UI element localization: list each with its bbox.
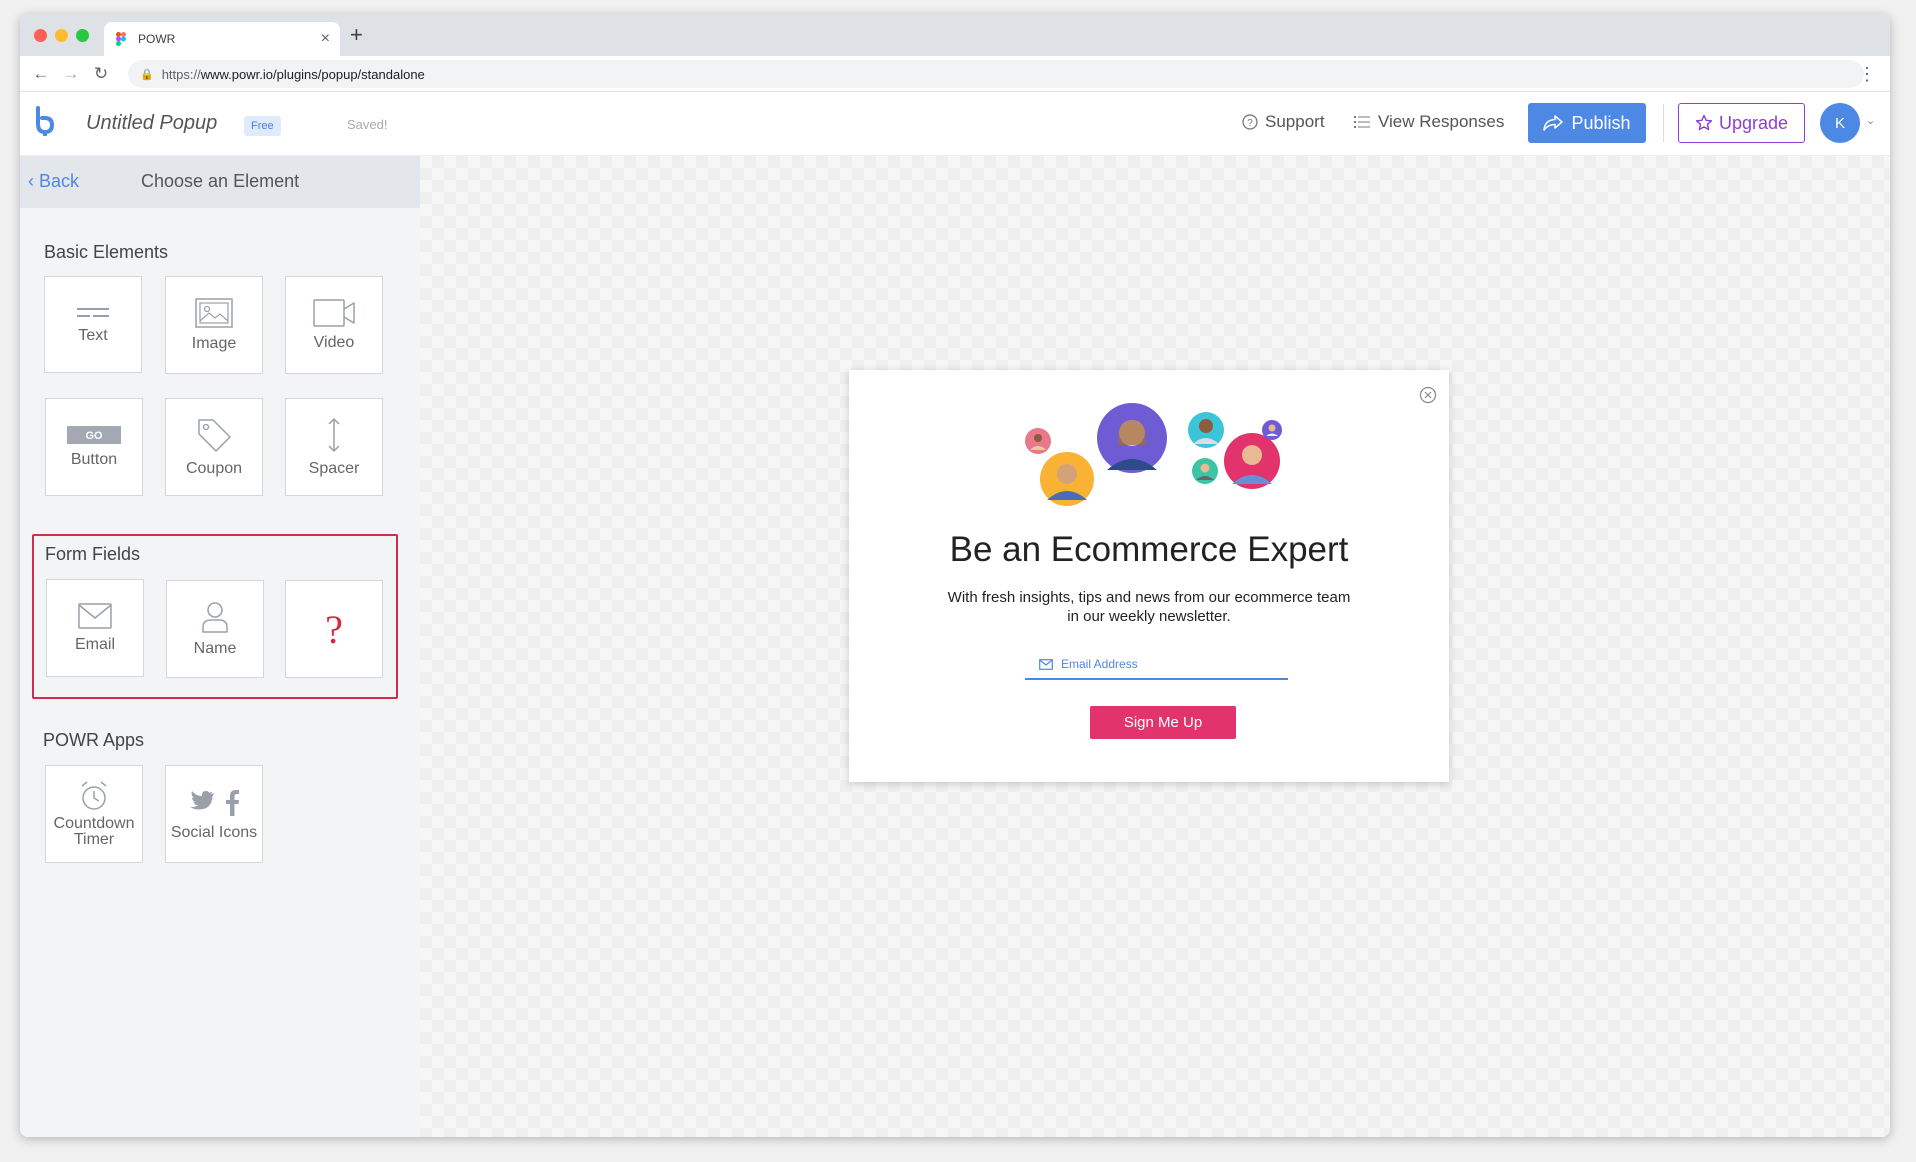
url-field[interactable]: 🔒 https:// www.powr.io/plugins/popup/sta…: [128, 60, 1864, 88]
lock-icon: 🔒: [140, 68, 154, 81]
support-link[interactable]: ? Support: [1242, 112, 1325, 132]
form-fields-heading: Form Fields: [45, 544, 141, 564]
share-arrow-icon: [1543, 115, 1564, 131]
browser-window: POWR × + ← → ↻ 🔒 https:// www.powr.io/pl…: [20, 14, 1890, 1137]
element-label: Social Icons: [170, 824, 258, 841]
element-label: Video: [313, 334, 355, 351]
envelope-icon: [78, 603, 112, 629]
element-tile-countdown-timer[interactable]: Countdown Timer: [45, 765, 143, 863]
support-label: Support: [1265, 112, 1325, 131]
element-label: Image: [191, 335, 237, 352]
element-label: Coupon: [185, 460, 243, 477]
element-tile-image[interactable]: Image: [165, 276, 263, 374]
save-status: Saved!: [347, 117, 388, 132]
element-label: Spacer: [308, 460, 360, 477]
email-input[interactable]: Email Address: [1025, 650, 1288, 680]
element-label: Button: [70, 451, 118, 468]
element-tile-coupon[interactable]: Coupon: [165, 398, 263, 496]
element-sidebar: ‹ Back Choose an Element Basic Elements …: [20, 156, 420, 1137]
url-text: www.powr.io/plugins/popup/standalone: [200, 66, 425, 82]
sidebar-title: Choose an Element: [141, 171, 300, 191]
image-icon: [195, 298, 233, 328]
alarm-clock-icon: [81, 781, 107, 810]
app-header: Untitled Popup Free Saved! ? Support Vie…: [20, 92, 1890, 156]
publish-label: Publish: [1571, 112, 1631, 133]
back-link[interactable]: ‹ Back: [28, 171, 79, 192]
svg-text:?: ?: [1247, 118, 1253, 129]
url-scheme: https://: [161, 66, 201, 82]
element-tile-spacer[interactable]: Spacer: [285, 398, 383, 496]
question-circle-icon: ?: [1242, 114, 1258, 130]
video-camera-icon: [313, 299, 355, 327]
popup-headline: Be an Ecommerce Expert: [949, 530, 1349, 569]
twitter-facebook-icon: [190, 790, 239, 816]
element-tile-video[interactable]: Video: [285, 276, 383, 374]
browser-menu-icon[interactable]: ⋮: [1858, 64, 1876, 85]
element-tile-unknown[interactable]: ?: [285, 580, 383, 678]
text-lines-icon: [77, 307, 109, 317]
element-label: Countdown Timer: [53, 815, 135, 848]
element-tile-button[interactable]: GO Button: [45, 398, 143, 496]
person-icon: [202, 602, 228, 633]
forward-arrow-icon[interactable]: →: [56, 64, 86, 84]
vertical-arrows-icon: [328, 418, 340, 452]
tab-title: POWR: [138, 32, 176, 46]
basic-elements-heading: Basic Elements: [44, 242, 169, 262]
upgrade-button[interactable]: Upgrade: [1678, 103, 1805, 143]
popup-name[interactable]: Untitled Popup: [86, 112, 217, 135]
maximize-window-button[interactable]: [76, 29, 89, 42]
back-arrow-icon[interactable]: ←: [26, 64, 56, 84]
list-icon: [1354, 116, 1370, 128]
plan-badge: Free: [244, 116, 281, 136]
question-mark-icon: ?: [325, 606, 343, 652]
preview-canvas: Be an Ecommerce Expert With fresh insigh…: [420, 156, 1890, 1137]
figma-favicon-icon: [116, 32, 126, 46]
browser-tab[interactable]: POWR ×: [104, 22, 340, 56]
view-responses-label: View Responses: [1378, 112, 1505, 131]
element-label: Name: [193, 640, 237, 657]
button-go-icon: GO: [67, 426, 121, 444]
sign-me-up-button[interactable]: Sign Me Up: [1090, 706, 1236, 739]
reload-icon[interactable]: ↻: [86, 64, 116, 84]
powr-logo-icon[interactable]: [32, 106, 56, 136]
tab-bar: POWR × +: [20, 14, 1890, 56]
envelope-icon: [1039, 658, 1053, 670]
element-label: Text: [78, 326, 108, 344]
element-tile-email[interactable]: Email: [46, 579, 144, 677]
powr-apps-heading: POWR Apps: [43, 730, 145, 750]
button-icon-text: GO: [85, 430, 103, 442]
popup-subline: With fresh insights, tips and news from …: [947, 589, 1351, 625]
chevron-down-icon[interactable]: ⌄: [1866, 114, 1875, 127]
window-controls: [34, 29, 89, 42]
popup-preview[interactable]: Be an Ecommerce Expert With fresh insigh…: [849, 370, 1449, 782]
publish-button[interactable]: Publish: [1528, 103, 1646, 143]
close-window-button[interactable]: [34, 29, 47, 42]
element-tile-name[interactable]: Name: [166, 580, 264, 678]
element-tile-social-icons[interactable]: Social Icons: [165, 765, 263, 863]
email-placeholder: Email Address: [1061, 657, 1138, 671]
element-tile-text[interactable]: Text: [44, 276, 142, 373]
team-avatars-illustration: [1025, 403, 1282, 506]
user-avatar[interactable]: K: [1820, 103, 1860, 143]
header-divider: [1663, 104, 1664, 142]
close-tab-icon[interactable]: ×: [321, 30, 330, 48]
upgrade-label: Upgrade: [1718, 112, 1789, 133]
new-tab-icon[interactable]: +: [350, 22, 363, 48]
chevron-left-icon: ‹: [28, 171, 39, 191]
view-responses-link[interactable]: View Responses: [1354, 112, 1504, 132]
element-label: Email: [74, 636, 115, 653]
sidebar-header: ‹ Back Choose an Element: [20, 156, 420, 208]
minimize-window-button[interactable]: [55, 29, 68, 42]
star-icon: [1695, 114, 1713, 131]
tag-icon: [198, 419, 231, 452]
back-label: Back: [39, 171, 80, 191]
address-bar: ← → ↻ 🔒 https:// www.powr.io/plugins/pop…: [20, 56, 1890, 92]
